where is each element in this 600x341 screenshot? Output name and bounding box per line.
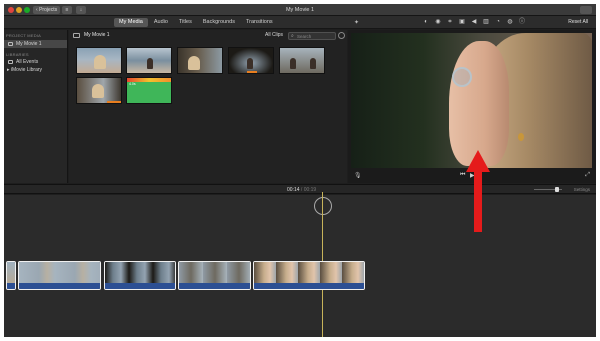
- timeline-header: 00:14 / 00:19 Settings: [4, 184, 596, 194]
- face-profile: [449, 41, 509, 166]
- title-background-thumbnail[interactable]: 4.0s: [126, 77, 172, 104]
- media-toolbar: My Media Audio Titles Backgrounds Transi…: [4, 16, 596, 29]
- sidebar-item-label: iMovie Library: [10, 67, 43, 73]
- annotation-arrow: [466, 150, 490, 232]
- libraries-heading: LIBRARIES: [6, 52, 29, 57]
- clip-audio-waveform: [19, 283, 100, 289]
- clip-audio-waveform: [7, 283, 15, 289]
- clip-frames: [7, 262, 15, 284]
- sidebar-item-label: All Events: [16, 59, 39, 65]
- arrow-shape: [466, 150, 490, 232]
- clip-frames: [19, 262, 100, 284]
- filter-icon[interactable]: ◍: [506, 19, 514, 26]
- reset-all-button[interactable]: Reset All: [568, 19, 588, 25]
- tab-backgrounds[interactable]: Backgrounds: [198, 18, 240, 27]
- clip-frames: [105, 262, 175, 284]
- tab-titles[interactable]: Titles: [174, 18, 197, 27]
- person-figure: [147, 58, 153, 69]
- sidebar-item-imovie-library[interactable]: ▸ iMovie Library: [4, 66, 67, 74]
- crop-icon[interactable]: ⌗: [446, 19, 454, 26]
- clip-duration: 4.0s: [129, 82, 136, 86]
- person-figure: [247, 58, 253, 69]
- media-thumbnail[interactable]: [76, 47, 122, 74]
- browser-title: My Movie 1: [84, 32, 110, 38]
- person-figure: [92, 84, 104, 98]
- person-figure: [188, 56, 200, 70]
- clip-audio-waveform: [179, 283, 250, 289]
- person-figure: [310, 58, 316, 69]
- clip-audio-waveform: [105, 283, 175, 289]
- sidebar-item-label: My Movie 1: [16, 41, 42, 47]
- media-thumbnail[interactable]: [126, 47, 172, 74]
- sidebar-toggle-icon[interactable]: [73, 33, 80, 38]
- timeline-clip[interactable]: [253, 261, 365, 290]
- media-thumbnail[interactable]: [177, 47, 223, 74]
- timeline-settings-button[interactable]: Settings: [574, 185, 590, 195]
- used-range-bar: [247, 71, 257, 73]
- playhead-handle[interactable]: [314, 197, 332, 215]
- skip-back-icon[interactable]: ⏮︎: [460, 172, 465, 179]
- search-field[interactable]: ⌕: [288, 32, 336, 40]
- person-figure: [94, 55, 106, 69]
- tab-audio[interactable]: Audio: [149, 18, 173, 27]
- media-tabs: My Media Audio Titles Backgrounds Transi…: [114, 18, 278, 27]
- speed-icon[interactable]: ◔: [494, 19, 502, 26]
- media-thumbnail[interactable]: [228, 47, 274, 74]
- total-time: 00:19: [303, 187, 317, 193]
- clip-frames: [254, 262, 364, 284]
- person-figure: [290, 58, 296, 69]
- media-browser: My Movie 1 All Clips ⌕ Search 4.0s: [69, 30, 347, 183]
- sidebar-item-all-events[interactable]: All Events: [4, 58, 67, 66]
- gear-icon[interactable]: [338, 32, 345, 39]
- search-input[interactable]: [297, 33, 335, 39]
- video-preview: [351, 33, 592, 168]
- timeline-clip[interactable]: [18, 261, 101, 290]
- imovie-window: ‹ Projects ≡ ↓ My Movie 1 My Media Audio…: [4, 4, 596, 337]
- sunglasses-lens: [452, 67, 472, 87]
- adjustment-tools: ◐ ◉ ⌗ ▣ ◀ ▥ ◔ ◍ ⓘ: [422, 19, 526, 26]
- noise-reduction-icon[interactable]: ▥: [482, 19, 490, 26]
- timeline-clip[interactable]: [104, 261, 176, 290]
- libraries-sidebar: PROJECT MEDIA My Movie 1 LIBRARIES All E…: [4, 30, 68, 183]
- earring: [518, 133, 524, 141]
- magic-wand-icon[interactable]: ✦: [354, 19, 359, 26]
- fullscreen-icon[interactable]: ⤢: [585, 172, 590, 179]
- microphone-icon[interactable]: 🎙︎: [354, 172, 362, 179]
- timeline-clip[interactable]: [6, 261, 16, 290]
- info-icon[interactable]: ⓘ: [518, 19, 526, 26]
- window-title: My Movie 1: [285, 7, 315, 13]
- project-media-heading: PROJECT MEDIA: [6, 33, 41, 38]
- volume-icon[interactable]: ◀: [470, 19, 478, 26]
- color-correction-icon[interactable]: ◉: [434, 19, 442, 26]
- current-time: 00:14: [287, 187, 300, 193]
- share-icon[interactable]: [580, 6, 592, 14]
- tab-my-media[interactable]: My Media: [114, 18, 148, 27]
- clip-frames: [179, 262, 250, 284]
- browser-header: My Movie 1 All Clips ⌕: [69, 30, 347, 42]
- timecode: 00:14 / 00:19: [287, 187, 317, 193]
- tab-transitions[interactable]: Transitions: [241, 18, 278, 27]
- media-thumbnail[interactable]: [279, 47, 325, 74]
- zoom-slider-knob[interactable]: [555, 187, 559, 192]
- clip-audio-waveform: [254, 283, 364, 289]
- used-range-bar: [107, 101, 121, 103]
- star-icon: [8, 60, 13, 64]
- color-balance-icon[interactable]: ◐: [422, 19, 430, 26]
- search-icon: ⌕: [291, 33, 294, 39]
- title-bar: ‹ Projects ≡ ↓ My Movie 1: [4, 4, 596, 16]
- all-clips-dropdown[interactable]: All Clips: [265, 31, 283, 40]
- timeline[interactable]: [4, 192, 596, 337]
- media-thumbnail[interactable]: [76, 77, 122, 104]
- sidebar-item-my-movie[interactable]: My Movie 1: [4, 40, 67, 48]
- timeline-clip[interactable]: [178, 261, 251, 290]
- film-icon: [8, 42, 13, 46]
- stabilization-icon[interactable]: ▣: [458, 19, 466, 26]
